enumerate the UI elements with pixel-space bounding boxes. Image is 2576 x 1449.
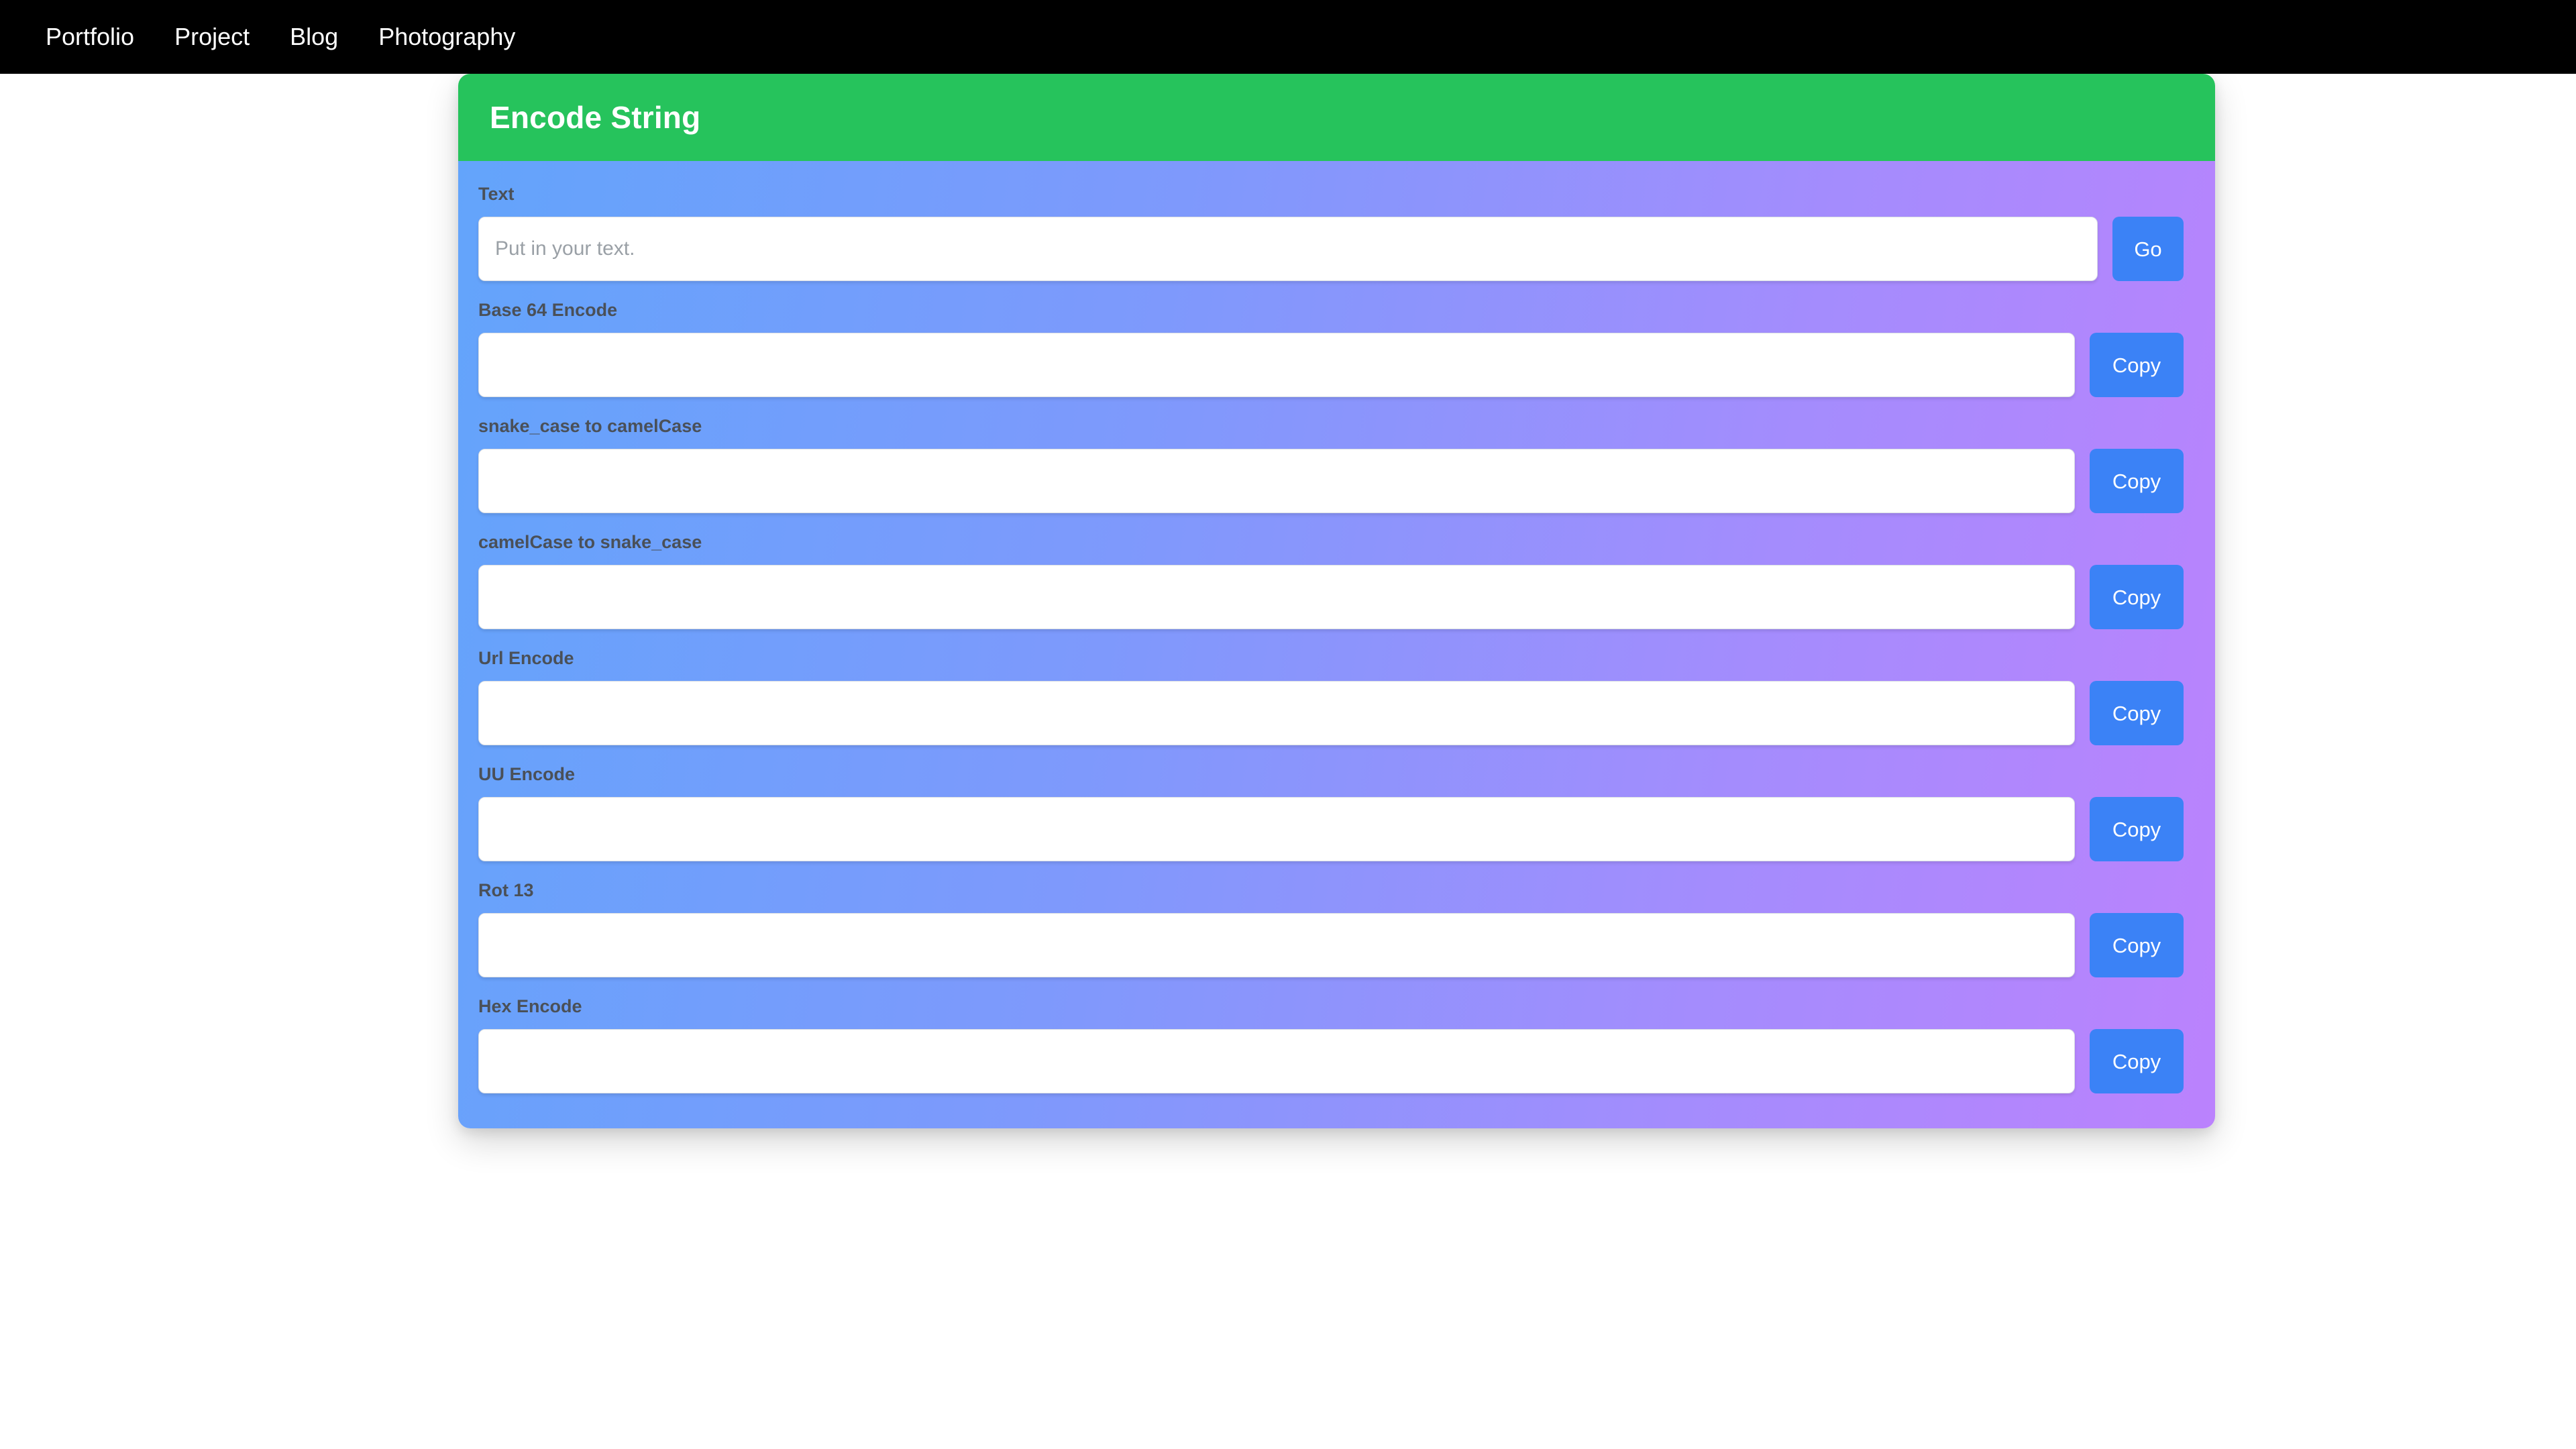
text-input[interactable] [478,217,2098,281]
nav-link-photography[interactable]: Photography [358,25,535,49]
page-content: Encode String Text Go Base 64 Encode Cop… [0,74,2576,1449]
field-label-rot13: Rot 13 [478,880,534,900]
uu-encode-output[interactable] [478,797,2075,861]
field-row-rot13: Copy [478,913,2184,977]
copy-button-snake-to-camel[interactable]: Copy [2090,449,2184,513]
rot13-output[interactable] [478,913,2075,977]
top-navbar: Portfolio Project Blog Photography [0,0,2576,74]
field-label-base64-encode: Base 64 Encode [478,300,618,320]
card-header: Encode String [458,74,2215,161]
nav-link-blog[interactable]: Blog [270,25,358,49]
url-encode-output[interactable] [478,681,2075,745]
field-group-rot13: Rot 13 Copy [478,881,2184,977]
field-row-base64-encode: Copy [478,333,2184,397]
field-group-uu-encode: UU Encode Copy [478,765,2184,861]
field-row-hex-encode: Copy [478,1029,2184,1093]
copy-button-url-encode[interactable]: Copy [2090,681,2184,745]
copy-button-hex-encode[interactable]: Copy [2090,1029,2184,1093]
camel-to-snake-output[interactable] [478,565,2075,629]
hex-encode-output[interactable] [478,1029,2075,1093]
copy-button-rot13[interactable]: Copy [2090,913,2184,977]
copy-button-base64-encode[interactable]: Copy [2090,333,2184,397]
field-row-camel-to-snake: Copy [478,565,2184,629]
field-label-hex-encode: Hex Encode [478,996,582,1016]
copy-button-camel-to-snake[interactable]: Copy [2090,565,2184,629]
field-label-text: Text [478,184,515,204]
field-row-text: Go [478,217,2184,281]
copy-button-uu-encode[interactable]: Copy [2090,797,2184,861]
field-row-uu-encode: Copy [478,797,2184,861]
nav-link-portfolio[interactable]: Portfolio [25,25,154,49]
field-group-snake-to-camel: snake_case to camelCase Copy [478,417,2184,513]
encode-string-card: Encode String Text Go Base 64 Encode Cop… [458,74,2215,1128]
field-group-hex-encode: Hex Encode Copy [478,998,2184,1093]
base64-encode-output[interactable] [478,333,2075,397]
field-group-text: Text Go [478,185,2184,281]
field-row-snake-to-camel: Copy [478,449,2184,513]
field-group-base64-encode: Base 64 Encode Copy [478,301,2184,397]
field-label-snake-to-camel: snake_case to camelCase [478,416,702,436]
field-label-url-encode: Url Encode [478,648,574,668]
go-button[interactable]: Go [2112,217,2184,281]
field-group-camel-to-snake: camelCase to snake_case Copy [478,533,2184,629]
page-title: Encode String [490,100,701,135]
field-label-uu-encode: UU Encode [478,764,576,784]
field-group-url-encode: Url Encode Copy [478,649,2184,745]
snake-to-camel-output[interactable] [478,449,2075,513]
field-row-url-encode: Copy [478,681,2184,745]
field-label-camel-to-snake: camelCase to snake_case [478,532,702,552]
card-body: Text Go Base 64 Encode Copy snake_case t… [458,161,2215,1128]
nav-link-project[interactable]: Project [154,25,270,49]
